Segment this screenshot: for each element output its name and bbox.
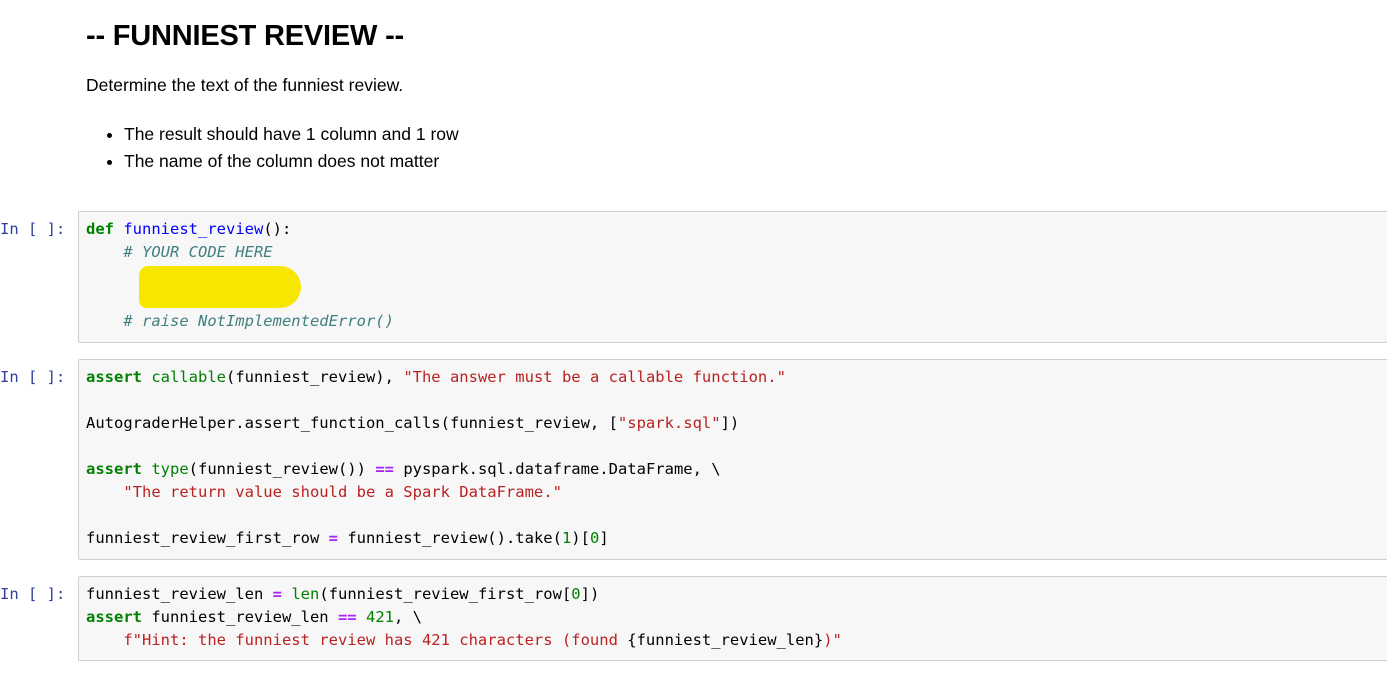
code-token: # raise NotImplementedError() [123,312,394,330]
requirements-list: The result should have 1 column and 1 ro… [86,121,459,175]
code-token: (funniest_review()) [188,460,376,478]
code-token: funniest_review [123,220,264,238]
code-token: ]) [580,585,600,603]
code-cell-3[interactable]: funniest_review_len = len(funniest_revie… [78,576,1387,661]
code-token: "The answer must be a callable function.… [403,368,786,386]
code-token: assert [86,460,142,478]
code-token: # YOUR CODE HERE [123,243,273,261]
code-line: # raise NotImplementedError() [86,310,394,333]
code-token: funniest_review_len [142,608,338,626]
code-token: (funniest_review_first_row[ [319,585,572,603]
code-token: f"Hint: the funniest review has 421 char… [123,631,628,649]
section-heading: -- FUNNIEST REVIEW -- [86,20,405,52]
code-token: def [86,220,114,238]
code-token: == [375,460,394,478]
code-token: callable [151,368,226,386]
code-token: 421 [365,608,394,626]
code-line: funniest_review_len = len(funniest_revie… [86,583,842,606]
code-token: pyspark.sql.dataframe.DataFrame, \ [393,460,721,478]
code-token: )" [823,631,842,649]
code-line: AutograderHelper.assert_function_calls(f… [86,412,786,435]
code-line: f"Hint: the funniest review has 421 char… [86,629,842,652]
code-token: funniest_review_len [86,585,273,603]
code-token: ]) [720,414,740,432]
code-line: assert funniest_review_len == 421, \ [86,606,842,629]
code-line: # YOUR CODE HERE [86,241,394,264]
code-token: assert [86,608,142,626]
code-token: assert [86,368,142,386]
code-token: funniest_review().take( [337,529,562,547]
requirement-item: The name of the column does not matter [124,148,459,175]
code-token: 1 [561,529,572,547]
code-editor[interactable]: def funniest_review(): # YOUR CODE HERE … [86,218,394,333]
code-token: {funniest_review_len} [627,631,824,649]
code-line: funniest_review_first_row = funniest_rev… [86,527,786,550]
code-token: (): [263,220,292,238]
code-token: type [151,460,189,478]
code-token: = [272,585,282,603]
task-description: Determine the text of the funniest revie… [86,75,404,95]
code-token: == [337,608,357,626]
code-line: def funniest_review(): [86,218,394,241]
code-line: "The return value should be a Spark Data… [86,481,786,504]
code-line: assert type(funniest_review()) == pyspar… [86,458,786,481]
code-token: , \ [393,608,422,626]
code-token: (funniest_review), [226,368,404,386]
code-token: = [328,529,338,547]
code-editor[interactable]: funniest_review_len = len(funniest_revie… [86,583,842,652]
code-token: 0 [571,585,581,603]
code-token: AutograderHelper.assert_function_calls(f… [86,414,618,432]
code-token: ] [599,529,609,547]
requirement-item: The result should have 1 column and 1 ro… [124,121,459,148]
code-editor[interactable]: assert callable(funniest_review), "The a… [86,366,786,550]
code-token: )[ [571,529,590,547]
code-token: funniest_review_first_row [86,529,329,547]
code-token: len [291,585,320,603]
cell-prompt: In [ ]: [0,220,66,238]
code-token: 0 [589,529,600,547]
cell-prompt: In [ ]: [0,585,66,603]
code-cell-2[interactable]: assert callable(funniest_review), "The a… [78,359,1387,560]
cell-prompt: In [ ]: [0,368,66,386]
code-token: "spark.sql" [617,414,721,432]
code-cell-1[interactable]: def funniest_review(): # YOUR CODE HERE … [78,211,1387,343]
code-token: "The return value should be a Spark Data… [123,483,562,501]
code-line: assert callable(funniest_review), "The a… [86,366,786,389]
